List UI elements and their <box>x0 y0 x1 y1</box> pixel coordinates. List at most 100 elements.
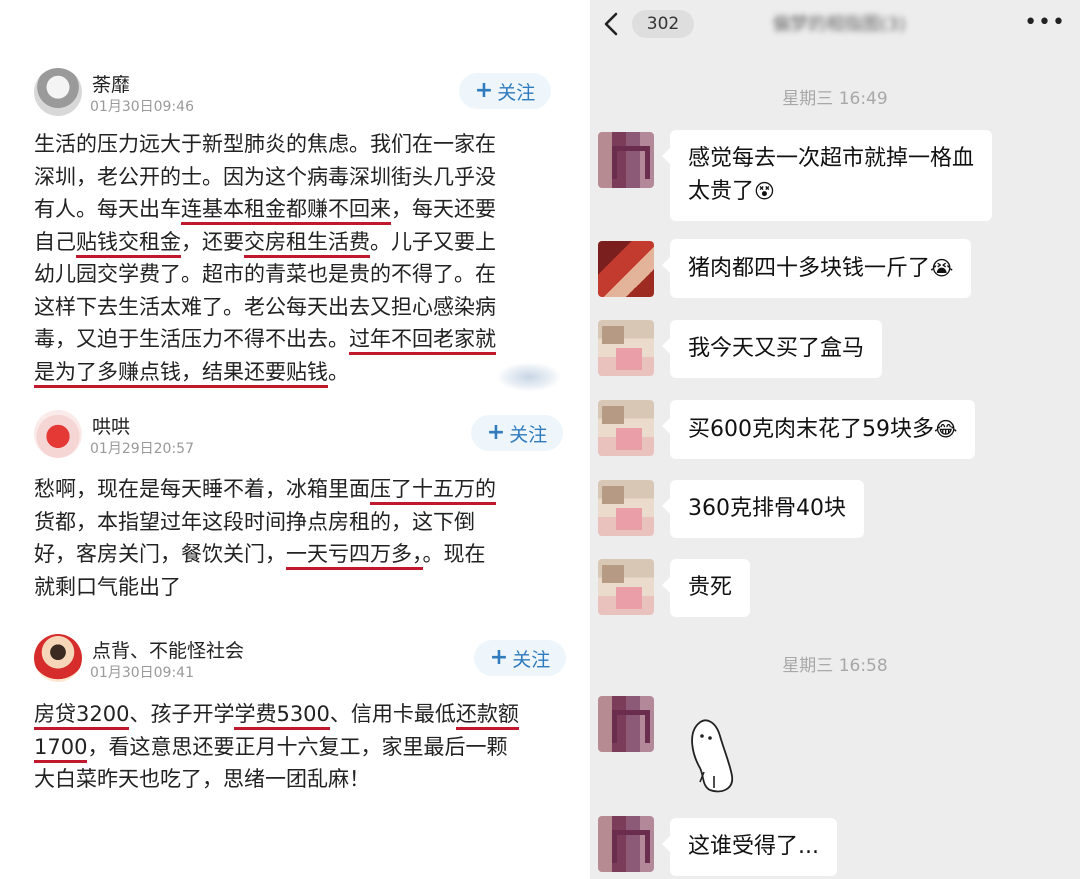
message-bubble[interactable]: 这谁受得了... <box>662 818 837 876</box>
comment-text-segment: 幼儿园交学费了。超市的青菜也是贵的不得了。在 <box>34 262 496 286</box>
underlined-text: 一天亏四万多， <box>286 542 423 570</box>
comment-line: 大白菜昨天也吃了，思绪一团乱麻！ <box>34 763 519 796</box>
back-arrow-icon[interactable] <box>600 11 624 37</box>
comment-text-segment: ，每天还要 <box>391 197 496 221</box>
avatar[interactable] <box>34 410 82 458</box>
wechat-chat-panel: 302 偏梦的相指图(3) ••• 星期三 16:49 感觉每去一次超市就掉一格… <box>590 0 1080 879</box>
plus-icon: + <box>486 420 506 445</box>
comment-text-segment: 毒，又迫于生活压力不得不出去。 <box>34 327 349 351</box>
comment-line: 是为了多赚点钱，结果还要贴钱。 <box>34 356 496 389</box>
follow-button[interactable]: + 关注 <box>459 73 551 109</box>
comment-text-segment: 愁啊，现在是每天睡不着，冰箱里面 <box>34 477 370 501</box>
comment-line: 好，客房关门，餐饮关门，一天亏四万多，。现在 <box>34 538 496 571</box>
comment-text-segment: 、信用卡最低 <box>329 702 456 726</box>
message-bubble[interactable]: 猪肉都四十多块钱一斤了😭 <box>661 239 972 298</box>
more-icon[interactable]: ••• <box>1024 10 1066 35</box>
avatar[interactable] <box>598 132 654 188</box>
comment-line: 生活的压力远大于新型肺炎的焦虑。我们在一家在 <box>34 128 496 161</box>
follow-button[interactable]: + 关注 <box>471 415 563 451</box>
avatar[interactable] <box>34 634 82 682</box>
follow-button[interactable]: + 关注 <box>474 640 566 676</box>
underlined-text: 压了十五万的 <box>370 477 496 505</box>
underlined-text: 贴钱交租金 <box>76 229 181 258</box>
comment-text-segment: 自己 <box>34 229 76 254</box>
blurred-emoji <box>496 362 562 392</box>
unread-count-badge[interactable]: 302 <box>632 10 694 38</box>
avatar[interactable] <box>598 320 654 376</box>
chat-title: 偏梦的相指图(3) <box>772 14 906 35</box>
emoji: 😂 <box>934 417 958 441</box>
username[interactable]: 点背、不能怪社会 <box>92 636 244 663</box>
avatar[interactable] <box>598 241 654 297</box>
username[interactable]: 荼靡 <box>92 70 130 97</box>
post-time: 01月30日09:41 <box>90 665 194 681</box>
message-text: 贵死 <box>688 575 733 600</box>
comment-text-segment: ，还要 <box>181 229 244 254</box>
underlined-text: 交房租生活费 <box>244 229 370 258</box>
comment-text-segment: 。现在 <box>422 542 486 566</box>
comment-text-segment: 货都，本指望过年这段时间挣点房租的，这下倒 <box>34 509 475 534</box>
message-bubble[interactable]: 买600克肉末花了59块多😂 <box>661 400 976 459</box>
timestamp-separator: 星期三 16:49 <box>782 89 888 109</box>
underlined-text: 是为了多赚点钱，结果还要贴钱 <box>34 359 328 388</box>
comment-text-segment: 深圳，老公开的士。因为这个病毒深圳街头几乎没 <box>34 164 496 189</box>
comment-line: 就剩口气能出了 <box>34 571 496 604</box>
emoji: 😵 <box>754 179 775 203</box>
comment-text-segment: 有人。每天出车 <box>34 197 181 221</box>
comment-text-segment: 。 <box>328 359 349 384</box>
comment-text: 愁啊，现在是每天睡不着，冰箱里面压了十五万的货都，本指望过年这段时间挣点房租的，… <box>34 473 496 603</box>
comment-text: 生活的压力远大于新型肺炎的焦虑。我们在一家在 深圳，老公开的士。因为这个病毒深圳街… <box>34 128 496 388</box>
avatar[interactable] <box>598 696 654 752</box>
comment-line: 自己贴钱交租金，还要交房租生活费。儿子又要上 <box>34 226 496 259</box>
message-bubble[interactable]: 感觉每去一次超市就掉一格血 太贵了😵 <box>661 130 993 221</box>
underlined-text: 1700 <box>34 734 88 763</box>
follow-label: 关注 <box>497 81 536 104</box>
follow-label: 关注 <box>509 423 548 446</box>
comment-text-segment: 大白菜昨天也吃了，思绪一团乱麻！ <box>34 767 370 791</box>
weibo-comments-panel: 荼靡 01月30日09:46 + 关注 生活的压力远大于新型肺炎的焦虑。我们在一… <box>0 0 590 879</box>
message-text: 猪肉都四十多块钱一斤了 <box>688 256 931 281</box>
message-bubble[interactable]: 360克排骨40块 <box>662 480 864 538</box>
comment-line: 货都，本指望过年这段时间挣点房租的，这下倒 <box>34 506 496 539</box>
comment-line: 1700，看这意思还要正月十六复工，家里最后一颗 <box>34 731 519 764</box>
message-text: 这谁受得了... <box>688 834 819 859</box>
comment-text-segment: 生活的压力远大于新型肺炎的焦虑。我们在一家在 <box>34 132 496 156</box>
avatar[interactable] <box>34 68 82 116</box>
chat-topbar: 302 偏梦的相指图(3) ••• <box>590 0 1080 50</box>
comment-line: 愁啊，现在是每天睡不着，冰箱里面压了十五万的 <box>34 473 496 506</box>
comment-text-segment: 。儿子又要上 <box>370 229 496 254</box>
comment-text-segment: 、孩子开学 <box>129 702 235 726</box>
post-time: 01月30日09:46 <box>90 99 194 115</box>
comment-line: 深圳，老公开的士。因为这个病毒深圳街头几乎没 <box>34 161 496 194</box>
comment-text-segment: ，看这意思还要正月十六复工，家里最后一颗 <box>87 734 508 759</box>
avatar[interactable] <box>598 480 654 536</box>
message-text: 我今天又买了盒马 <box>688 336 865 361</box>
comment-line: 幼儿园交学费了。超市的青菜也是贵的不得了。在 <box>34 258 496 291</box>
avatar[interactable] <box>598 559 654 615</box>
message-text: 太贵了 <box>688 179 755 204</box>
underlined-text: 连基本租金都赚不回来 <box>181 197 391 225</box>
ghost-sticker-icon[interactable] <box>680 710 750 800</box>
comment-line: 有人。每天出车连基本租金都赚不回来，每天还要 <box>34 193 496 226</box>
underlined-text: 房贷3200 <box>34 702 130 730</box>
message-bubble[interactable]: 贵死 <box>661 559 751 617</box>
plus-icon: + <box>489 645 509 670</box>
underlined-text: 过年不回老家就 <box>349 327 496 355</box>
comment-line: 这样下去生活太难了。老公每天出去又担心感染病 <box>34 291 496 324</box>
comment-line: 毒，又迫于生活压力不得不出去。过年不回老家就 <box>34 323 496 356</box>
message-text: 360克排骨40块 <box>688 496 846 521</box>
comment-line: 房贷3200、孩子开学学费5300、信用卡最低还款额 <box>34 698 519 731</box>
comment-text-segment: 就剩口气能出了 <box>34 574 181 599</box>
comment-text: 房贷3200、孩子开学学费5300、信用卡最低还款额 1700，看这意思还要正月十… <box>34 698 519 796</box>
message-bubble[interactable]: 我今天又买了盒马 <box>661 320 883 378</box>
avatar[interactable] <box>598 400 654 456</box>
underlined-text: 还款额 <box>455 702 519 730</box>
comment-text-segment: 这样下去生活太难了。老公每天出去又担心感染病 <box>34 294 496 319</box>
emoji: 😭 <box>930 256 954 280</box>
follow-label: 关注 <box>512 648 551 671</box>
message-text: 感觉每去一次超市就掉一格血 <box>688 146 975 171</box>
username[interactable]: 哄哄 <box>92 412 130 439</box>
comment-text-segment: 好，客房关门，餐饮关门， <box>34 542 286 566</box>
plus-icon: + <box>474 78 494 103</box>
avatar[interactable] <box>598 816 654 872</box>
